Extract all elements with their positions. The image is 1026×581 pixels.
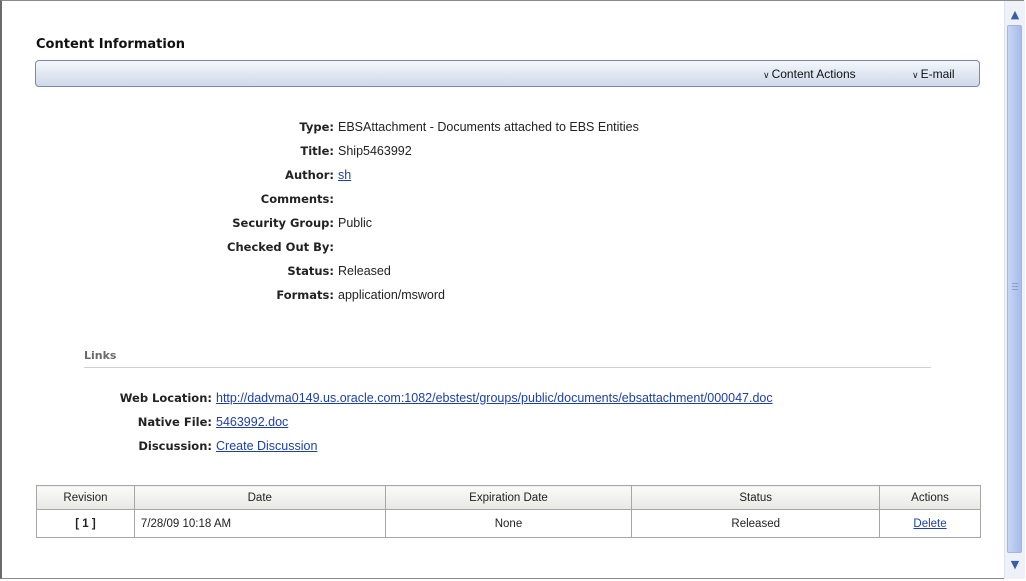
status-cell: Released: [631, 509, 881, 538]
property-label: Title:: [300, 144, 334, 158]
property-checked-out-by: Checked Out By:: [120, 238, 820, 256]
property-status: Status: Released: [120, 262, 820, 280]
web-location-row: Web Location: http://dadvma0149.us.oracle…: [90, 389, 773, 407]
scrollbar-thumb[interactable]: [1007, 25, 1022, 553]
property-label: Status:: [287, 264, 334, 278]
discussion-row: Discussion: Create Discussion: [90, 437, 317, 455]
scroll-up-arrow-icon[interactable]: ▲: [1007, 7, 1023, 23]
column-header-expiration-date: Expiration Date: [384, 485, 633, 510]
property-value: Ship5463992: [338, 144, 412, 158]
property-value: Released: [338, 264, 391, 278]
expiration-date-cell: None: [384, 509, 633, 538]
property-value: application/msword: [338, 288, 445, 302]
property-security-group: Security Group: Public: [120, 214, 820, 232]
native-file-label: Native File:: [137, 415, 212, 429]
revision-cell: [ 1 ]: [36, 509, 135, 538]
property-value: Public: [338, 216, 373, 230]
column-header-actions: Actions: [879, 485, 981, 510]
property-formats: Formats: application/msword: [120, 286, 820, 304]
property-label: Comments:: [260, 192, 334, 206]
column-header-status: Status: [631, 485, 881, 510]
property-type: Type: EBSAttachment - Documents attached …: [120, 118, 820, 136]
native-file-row: Native File: 5463992.doc: [90, 413, 289, 431]
vertical-scrollbar[interactable]: ▲ ▼: [1004, 1, 1025, 579]
table-header-row: Revision Date Expiration Date Status Act…: [36, 485, 981, 510]
property-label: Type:: [299, 120, 334, 134]
content-toolbar: ∨ Content Actions ∨ E-mail: [35, 60, 980, 87]
scroll-down-arrow-icon[interactable]: ▼: [1007, 557, 1023, 573]
actions-cell: Delete: [879, 509, 981, 538]
property-label: Checked Out By:: [227, 240, 334, 254]
property-title: Title: Ship5463992: [120, 142, 820, 160]
table-row: [ 1 ] 7/28/09 10:18 AM None Released Del…: [36, 509, 981, 538]
property-label: Formats:: [276, 288, 334, 302]
web-location-link[interactable]: http://dadvma0149.us.oracle.com:1082/ebs…: [216, 391, 773, 405]
property-label: Security Group:: [232, 216, 334, 230]
create-discussion-link[interactable]: Create Discussion: [216, 439, 317, 453]
column-header-date: Date: [133, 485, 386, 510]
date-cell: 7/28/09 10:18 AM: [133, 509, 386, 538]
links-divider: [84, 367, 931, 368]
web-location-label: Web Location:: [119, 391, 212, 405]
content-actions-label: Content Actions: [771, 67, 856, 81]
property-value: EBSAttachment - Documents attached to EB…: [338, 120, 639, 134]
links-heading: Links: [84, 349, 117, 362]
content-actions-menu[interactable]: ∨ Content Actions: [763, 67, 856, 81]
property-author: Author: sh: [120, 166, 820, 184]
property-comments: Comments:: [120, 190, 820, 208]
section-title: Content Information: [36, 37, 186, 52]
discussion-label: Discussion:: [138, 439, 212, 453]
email-menu[interactable]: ∨ E-mail: [912, 67, 955, 81]
chevron-down-icon: ∨: [912, 70, 919, 80]
property-label: Author:: [285, 168, 334, 182]
column-header-revision: Revision: [36, 485, 135, 510]
native-file-link[interactable]: 5463992.doc: [216, 415, 288, 429]
delete-link[interactable]: Delete: [913, 518, 946, 530]
chevron-down-icon: ∨: [763, 70, 770, 80]
email-label: E-mail: [920, 67, 955, 81]
revisions-table: Revision Date Expiration Date Status Act…: [36, 485, 981, 538]
scrollbar-grip-icon: [1012, 283, 1018, 292]
author-link[interactable]: sh: [338, 168, 351, 182]
